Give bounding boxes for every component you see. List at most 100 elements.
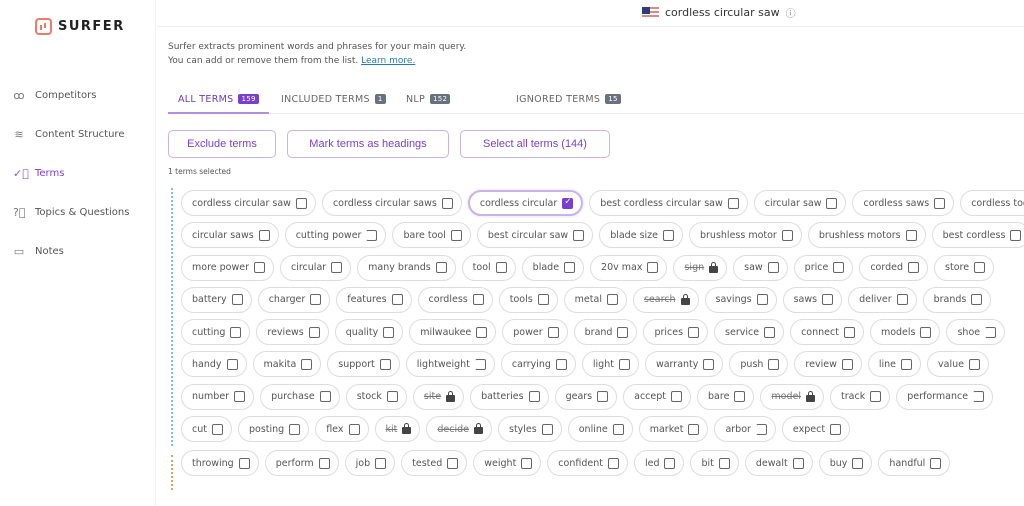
term-checkbox[interactable] (896, 294, 908, 306)
term-checkbox[interactable] (718, 457, 730, 469)
term-chip[interactable]: value (927, 351, 989, 378)
term-chip[interactable]: cordless (417, 286, 493, 313)
term-chip[interactable]: saws (782, 286, 843, 313)
term-chip[interactable]: power (502, 319, 568, 346)
term-chip[interactable]: posting (237, 416, 310, 443)
term-chip[interactable]: brands (922, 286, 992, 313)
term-checkbox[interactable] (254, 262, 265, 274)
term-chip[interactable]: light (581, 351, 639, 378)
term-checkbox[interactable] (308, 326, 320, 338)
mark-headings-button[interactable]: Mark terms as headings (287, 130, 449, 158)
select-all-terms-button[interactable]: Select all terms (144) (460, 130, 610, 158)
term-checkbox[interactable] (495, 262, 507, 274)
term-chip[interactable]: bare (697, 383, 755, 410)
term-checkbox[interactable] (318, 457, 330, 469)
term-chip[interactable]: tool (461, 254, 516, 281)
term-checkbox[interactable] (734, 391, 746, 403)
term-chip[interactable]: battery (181, 286, 252, 313)
term-checkbox[interactable] (386, 391, 398, 403)
sidebar-item-terms[interactable]: ✓⃝ Terms (13, 154, 129, 193)
term-chip[interactable]: blade size (599, 222, 683, 249)
term-checkbox[interactable] (1010, 229, 1022, 241)
term-chip[interactable]: bare tool (392, 222, 471, 249)
term-checkbox[interactable] (528, 391, 540, 403)
term-chip[interactable]: carrying (500, 351, 576, 378)
term-checkbox[interactable] (727, 197, 739, 209)
term-checkbox[interactable] (905, 229, 917, 241)
term-chip[interactable]: brand (573, 319, 638, 346)
term-checkbox[interactable] (230, 326, 242, 338)
tab-nlp[interactable]: NLP 152 (396, 90, 460, 114)
term-checkbox[interactable] (971, 294, 983, 306)
term-chip[interactable]: dewalt (744, 450, 813, 477)
term-chip[interactable]: circular (280, 254, 352, 281)
term-chip[interactable]: track (830, 383, 891, 410)
term-chip[interactable]: model (760, 383, 825, 410)
term-chip[interactable]: makita (252, 351, 322, 378)
term-chip[interactable]: purchase (260, 383, 340, 410)
term-chip[interactable]: best circular saw (476, 222, 594, 249)
term-checkbox[interactable] (930, 457, 942, 469)
term-checkbox[interactable] (606, 294, 618, 306)
term-checkbox[interactable] (474, 358, 486, 370)
term-chip[interactable]: push (729, 351, 789, 378)
term-checkbox[interactable] (537, 294, 549, 306)
term-checkbox[interactable] (703, 358, 715, 370)
term-checkbox[interactable] (755, 423, 767, 435)
term-chip[interactable]: buy (818, 450, 873, 477)
term-chip[interactable]: market (638, 416, 709, 443)
term-checkbox[interactable] (447, 457, 459, 469)
term-chip[interactable]: bit (690, 450, 739, 477)
term-chip[interactable]: tested (401, 450, 468, 477)
term-checkbox[interactable] (934, 197, 946, 209)
term-checkbox[interactable] (555, 358, 567, 370)
term-checkbox[interactable] (564, 262, 576, 274)
term-checkbox[interactable] (607, 457, 619, 469)
term-chip[interactable]: review (794, 351, 862, 378)
term-checkbox[interactable] (756, 294, 768, 306)
term-checkbox[interactable] (833, 262, 845, 274)
exclude-terms-button[interactable]: Exclude terms (168, 130, 276, 158)
term-checkbox[interactable] (562, 197, 574, 209)
term-chip[interactable]: cordless circular saws (321, 190, 462, 216)
term-checkbox[interactable] (234, 391, 246, 403)
term-checkbox[interactable] (238, 457, 250, 469)
term-chip[interactable]: price (793, 254, 854, 281)
term-checkbox[interactable] (688, 326, 700, 338)
term-checkbox[interactable] (985, 326, 997, 338)
term-checkbox[interactable] (764, 326, 776, 338)
term-checkbox[interactable] (908, 262, 920, 274)
term-chip[interactable]: confident (547, 450, 628, 477)
term-chip[interactable]: best cordless circular saw (589, 190, 748, 216)
term-chip[interactable]: arbor (714, 416, 776, 443)
term-chip[interactable]: more power (181, 254, 274, 281)
term-checkbox[interactable] (231, 294, 243, 306)
term-checkbox[interactable] (547, 326, 559, 338)
term-checkbox[interactable] (331, 262, 343, 274)
term-checkbox[interactable] (295, 197, 307, 209)
sidebar-item-topics-questions[interactable]: ?⃝ Topics & Questions (13, 193, 129, 232)
term-chip[interactable]: lightweight (405, 351, 495, 378)
term-chip[interactable]: service (714, 319, 785, 346)
term-chip[interactable]: accept (623, 383, 692, 410)
term-chip[interactable]: line (867, 351, 921, 378)
term-checkbox[interactable] (435, 262, 447, 274)
term-checkbox[interactable] (974, 262, 986, 274)
term-chip[interactable]: cut (181, 416, 232, 443)
term-checkbox[interactable] (573, 229, 585, 241)
term-chip[interactable]: flex (315, 416, 369, 443)
term-chip[interactable]: styles (498, 416, 562, 443)
term-checkbox[interactable] (379, 358, 391, 370)
term-checkbox[interactable] (841, 358, 853, 370)
term-chip[interactable]: prices (643, 319, 709, 346)
term-chip[interactable]: gears (554, 383, 618, 410)
term-chip[interactable]: connect (790, 319, 864, 346)
term-chip[interactable]: number (181, 383, 255, 410)
term-checkbox[interactable] (541, 423, 553, 435)
term-checkbox[interactable] (289, 423, 301, 435)
term-checkbox[interactable] (366, 229, 378, 241)
term-checkbox[interactable] (375, 457, 387, 469)
learn-more-link[interactable]: Learn more. (361, 56, 415, 66)
term-checkbox[interactable] (383, 326, 395, 338)
term-checkbox[interactable] (792, 457, 804, 469)
